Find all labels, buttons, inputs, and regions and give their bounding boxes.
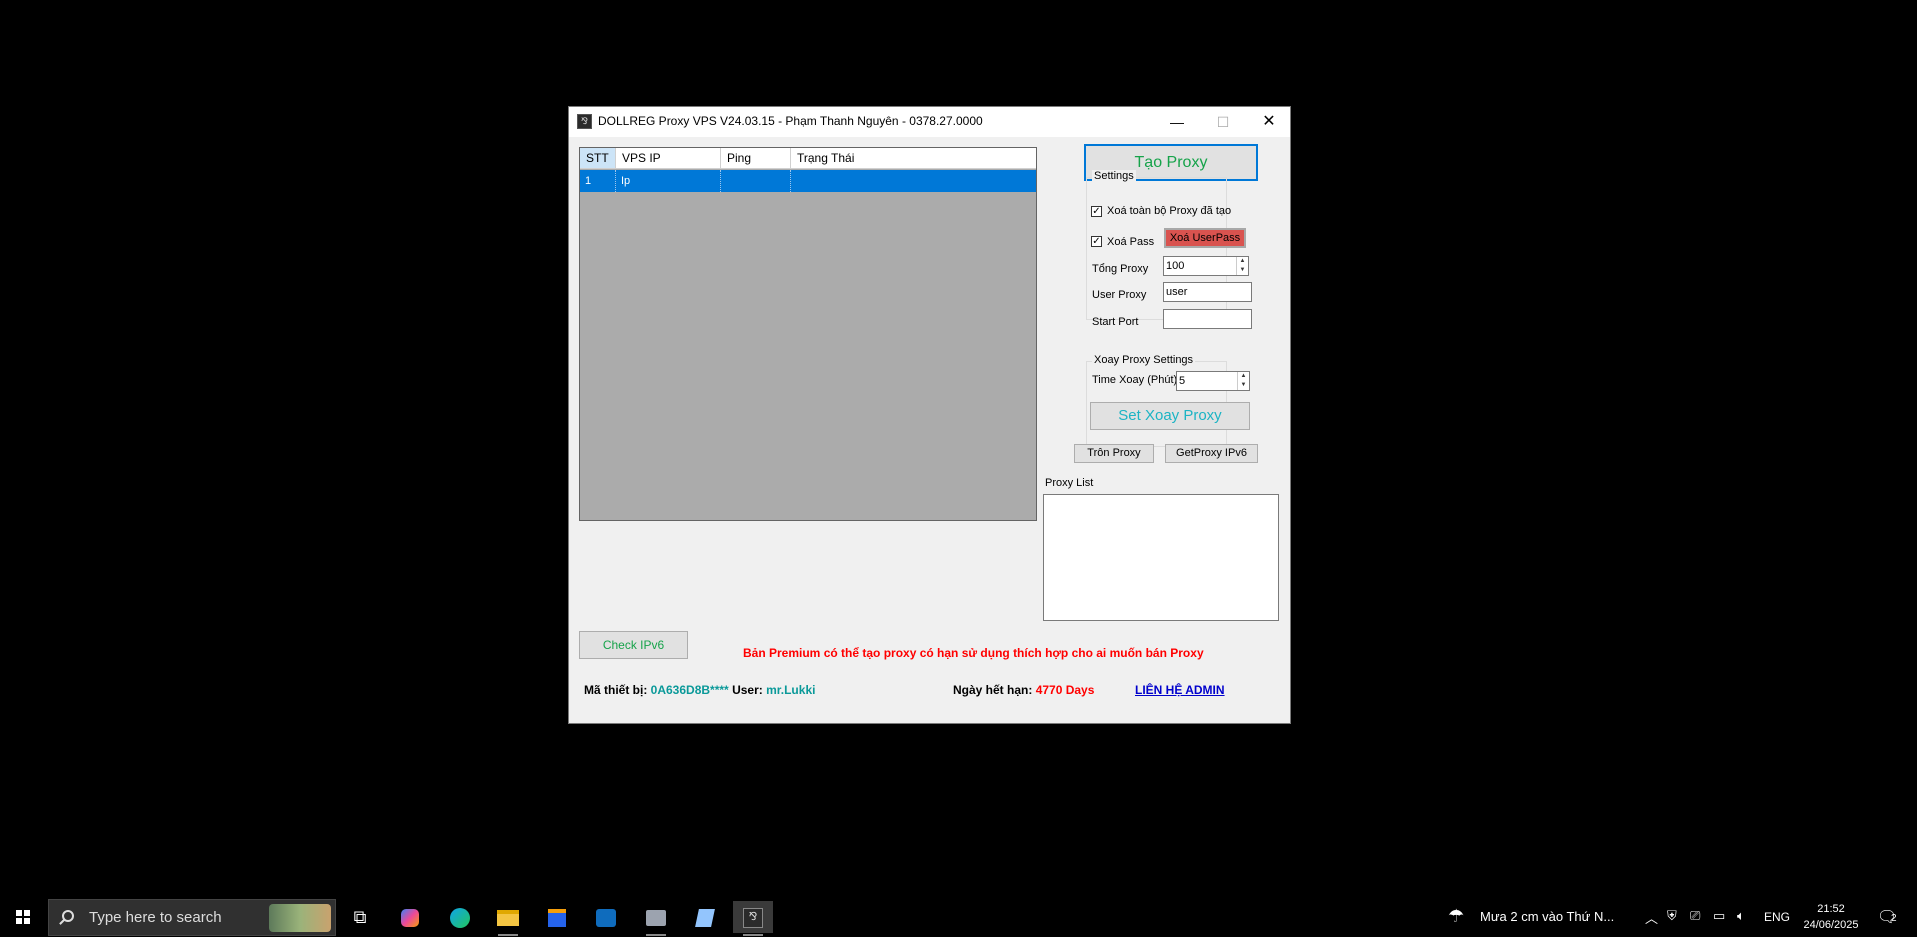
windows-logo-icon <box>16 910 30 924</box>
volume-icon[interactable]: 🔈︎ <box>1737 908 1745 924</box>
grid-header: STT VPS IP Ping Trạng Thái <box>580 148 1036 169</box>
xoa-userpass-button[interactable]: Xoá UserPass <box>1164 228 1246 248</box>
expiry-value: 4770 Days <box>1035 683 1095 697</box>
proxy-list-label: Proxy List <box>1045 477 1094 489</box>
running-indicator <box>743 934 763 936</box>
copilot-icon[interactable] <box>390 901 430 933</box>
running-indicator <box>498 934 518 936</box>
start-button[interactable] <box>0 897 46 937</box>
app-window: ⅋ DOLLREG Proxy VPS V24.03.15 - Phạm Tha… <box>568 106 1291 724</box>
stepper-arrows-icon[interactable]: ▲ ▼ <box>1236 257 1248 275</box>
time-xoay-value: 5 <box>1179 375 1186 387</box>
taskbar: Type here to search ⧉ ⅋ ☂ Mưa 2 cm vào T… <box>0 897 1917 937</box>
expiry-label: Ngày hết hạn: <box>953 683 1033 697</box>
cell-ping <box>721 170 791 192</box>
app-logo-icon: ⅋ <box>577 114 592 129</box>
outlook-icon[interactable] <box>586 901 626 933</box>
premium-notice: Bản Premium có thể tạo proxy có hạn sử d… <box>743 646 1204 660</box>
edge-browser-icon[interactable] <box>440 901 480 933</box>
time-xoay-stepper[interactable]: 5 ▲ ▼ <box>1176 371 1250 391</box>
start-port-label: Start Port <box>1092 316 1139 328</box>
clock-date: 24/06/2025 <box>1803 919 1859 931</box>
set-xoay-proxy-button[interactable]: Set Xoay Proxy <box>1090 402 1250 430</box>
check-ipv6-button[interactable]: Check IPv6 <box>579 631 688 659</box>
column-header-ping[interactable]: Ping <box>721 148 791 168</box>
user-label: User: <box>732 683 763 697</box>
weather-icon[interactable]: ☂ <box>1448 906 1464 927</box>
language-indicator[interactable]: ENG <box>1764 910 1790 924</box>
column-header-status[interactable]: Trạng Thái <box>791 148 1036 168</box>
device-label: Mã thiết bị: <box>584 683 648 697</box>
expiry-info: Ngày hết hạn: 4770 Days <box>953 683 1094 697</box>
tong-proxy-label: Tổng Proxy <box>1092 263 1149 275</box>
start-port-input[interactable] <box>1163 309 1252 329</box>
notification-count: 2 <box>1891 913 1897 924</box>
user-proxy-input[interactable]: user <box>1163 282 1252 302</box>
search-icon <box>62 910 74 922</box>
store-icon[interactable] <box>537 901 577 933</box>
user-proxy-label: User Proxy <box>1092 289 1147 301</box>
network-app-icon[interactable] <box>636 901 676 936</box>
clock-time: 21:52 <box>1817 903 1845 915</box>
contact-admin-link[interactable]: LIÊN HỆ ADMIN <box>1135 683 1225 697</box>
tong-proxy-value: 100 <box>1166 260 1185 272</box>
weather-text[interactable]: Mưa 2 cm vào Thứ N... <box>1480 909 1614 924</box>
minimize-button[interactable]: — <box>1154 107 1200 137</box>
notepad-icon[interactable] <box>685 901 725 933</box>
maximize-button[interactable]: ☐ <box>1200 107 1246 137</box>
get-proxy-ipv6-button[interactable]: GetProxy IPv6 <box>1165 444 1258 463</box>
user-value: mr.Lukki <box>766 683 816 697</box>
window-title: DOLLREG Proxy VPS V24.03.15 - Phạm Thanh… <box>598 114 983 128</box>
proxy-list-textarea[interactable] <box>1043 494 1279 621</box>
xoa-pass-label: Xoá Pass <box>1107 236 1155 248</box>
search-placeholder: Type here to search <box>89 909 222 926</box>
xoay-settings-title: Xoay Proxy Settings <box>1092 354 1196 366</box>
cell-vps-ip: Ip <box>616 170 721 192</box>
device-value: 0A636D8B**** <box>650 683 729 697</box>
column-header-vps-ip[interactable]: VPS IP <box>616 148 721 168</box>
xoa-toan-bo-label: Xoá toàn bộ Proxy đã tạo <box>1107 205 1232 217</box>
xoa-pass-checkbox[interactable]: ✓ <box>1091 236 1102 247</box>
dollreg-app-icon[interactable]: ⅋ <box>733 901 773 936</box>
stepper-arrows-icon[interactable]: ▲ ▼ <box>1237 372 1249 390</box>
taskbar-search[interactable]: Type here to search <box>48 899 336 936</box>
cell-stt: 1 <box>580 170 616 192</box>
running-indicator <box>646 934 666 936</box>
security-shield-icon[interactable]: ⛨ <box>1667 908 1677 924</box>
chevron-up-icon[interactable]: ︿ <box>1645 908 1658 927</box>
file-explorer-icon[interactable] <box>488 901 528 936</box>
close-button[interactable]: ✕ <box>1246 107 1292 137</box>
settings-title: Settings <box>1092 170 1136 182</box>
tong-proxy-stepper[interactable]: 100 ▲ ▼ <box>1163 256 1249 276</box>
meet-camera-icon[interactable]: ⎚ <box>1690 908 1700 924</box>
title-bar[interactable]: ⅋ DOLLREG Proxy VPS V24.03.15 - Phạm Tha… <box>569 107 1290 137</box>
column-header-stt[interactable]: STT <box>580 148 616 168</box>
device-info: Mã thiết bị: 0A636D8B**** User: mr.Lukki <box>584 683 815 697</box>
clock[interactable]: 21:52 24/06/2025 <box>1791 901 1871 933</box>
cell-status <box>791 170 1036 192</box>
vps-grid[interactable]: STT VPS IP Ping Trạng Thái 1 Ip <box>579 147 1037 521</box>
task-view-icon[interactable]: ⧉ <box>340 901 380 933</box>
time-xoay-label: Time Xoay (Phút) <box>1092 374 1178 386</box>
search-highlight-image <box>269 904 331 932</box>
tron-proxy-button[interactable]: Trôn Proxy <box>1074 444 1154 463</box>
network-icon[interactable]: ▭ <box>1713 908 1725 924</box>
xoa-toan-bo-checkbox[interactable]: ✓ <box>1091 206 1102 217</box>
table-row[interactable]: 1 Ip <box>580 170 1036 192</box>
